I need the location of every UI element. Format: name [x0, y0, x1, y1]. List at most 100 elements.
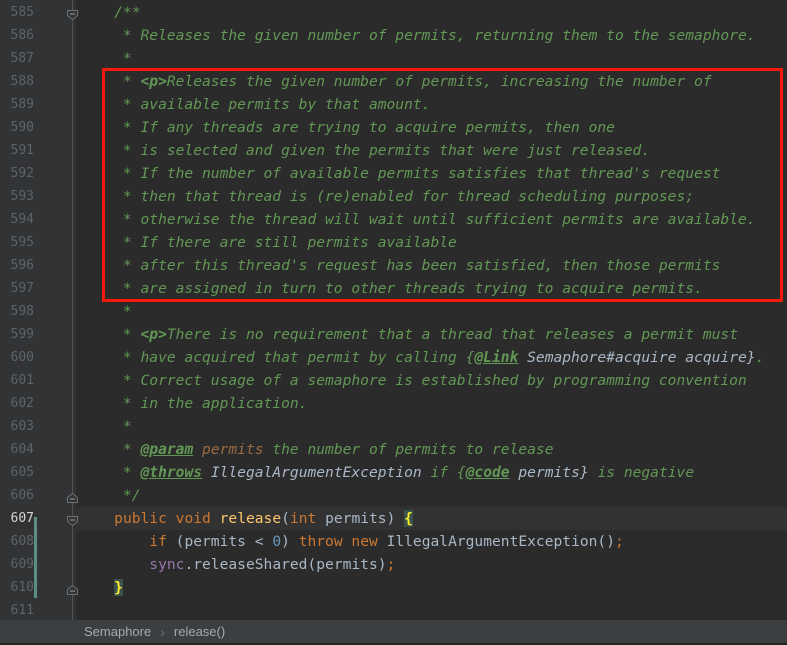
- code-token: * have acquired that permit by calling {: [79, 349, 475, 366]
- code-line[interactable]: * after this thread's request has been s…: [34, 254, 787, 277]
- code-token: }: [114, 579, 123, 596]
- breadcrumb: Semaphore › release(): [0, 620, 787, 645]
- code-token: permits: [202, 441, 264, 458]
- code-line[interactable]: }: [34, 576, 787, 599]
- breadcrumb-method[interactable]: release(): [174, 624, 225, 639]
- code-token: 0: [272, 533, 282, 550]
- editor-row: 597 * are assigned in turn to other thre…: [0, 277, 787, 300]
- editor-row: 591 * is selected and given the permits …: [0, 139, 787, 162]
- editor-row: 599 * <p>There is no requirement that a …: [0, 323, 787, 346]
- code-line[interactable]: * If there are still permits available: [34, 231, 787, 254]
- code-token: release: [219, 510, 282, 527]
- code-token: * after this thread's request has been s…: [79, 257, 721, 274]
- code-line[interactable]: * @throws IllegalArgumentException if {@…: [34, 461, 787, 484]
- code-lines-container: 585 /** 586 * Releases the given number o…: [0, 0, 787, 620]
- line-number: 589: [10, 97, 34, 112]
- code-token: * otherwise the thread will wait until s…: [79, 211, 756, 228]
- code-line[interactable]: * otherwise the thread will wait until s…: [34, 208, 787, 231]
- code-token: * then that thread is (re)enabled for th…: [79, 188, 695, 205]
- line-number: 609: [10, 557, 34, 572]
- code-token: *: [79, 303, 132, 320]
- code-line[interactable]: public void release(int permits) {: [34, 507, 787, 530]
- line-number: 598: [10, 304, 34, 319]
- code-token: *: [79, 464, 141, 481]
- code-line[interactable]: *: [34, 415, 787, 438]
- code-line[interactable]: * have acquired that permit by calling {…: [34, 346, 787, 369]
- code-token: *: [79, 418, 132, 435]
- code-token: (permits <: [166, 533, 273, 550]
- code-line[interactable]: * is selected and given the permits that…: [34, 139, 787, 162]
- code-line[interactable]: * are assigned in turn to other threads …: [34, 277, 787, 300]
- editor-row: 607 public void release(int permits) {: [0, 507, 787, 530]
- editor-row: 590 * If any threads are trying to acqui…: [0, 116, 787, 139]
- editor-row: 608 if (permits < 0) throw new IllegalAr…: [0, 530, 787, 553]
- code-line[interactable]: * <p>There is no requirement that a thre…: [34, 323, 787, 346]
- code-line[interactable]: * in the application.: [34, 392, 787, 415]
- code-token: Releases the given number of permits, in…: [166, 73, 712, 90]
- code-line[interactable]: * then that thread is (re)enabled for th…: [34, 185, 787, 208]
- code-token: <p>: [140, 326, 167, 343]
- code-token: * If there are still permits available: [79, 234, 457, 251]
- code-line[interactable]: if (permits < 0) throw new IllegalArgume…: [34, 530, 787, 553]
- code-line[interactable]: * @param permits the number of permits t…: [34, 438, 787, 461]
- fold-marker-end-icon[interactable]: [66, 489, 79, 503]
- code-line[interactable]: * Correct usage of a semaphore is establ…: [34, 369, 787, 392]
- code-token: ): [281, 533, 299, 550]
- code-token: /**: [79, 4, 141, 21]
- fold-marker-start-icon[interactable]: [66, 6, 79, 21]
- ide-window: 585 /** 586 * Releases the given number o…: [0, 0, 787, 645]
- code-token: throw: [298, 533, 343, 550]
- line-number: 603: [10, 419, 34, 434]
- editor-row: 611: [0, 599, 787, 620]
- code-line[interactable]: *: [34, 300, 787, 323]
- code-token: permits}: [518, 464, 589, 481]
- code-line[interactable]: /**: [34, 1, 787, 24]
- editor-row: 602 * in the application.: [0, 392, 787, 415]
- fold-marker-start-icon[interactable]: [66, 512, 79, 527]
- line-number: 607: [10, 511, 34, 526]
- breadcrumb-class[interactable]: Semaphore: [84, 624, 151, 639]
- code-token: ;: [386, 556, 396, 573]
- editor-row: 585 /**: [0, 1, 787, 24]
- code-token: * If the number of available permits sat…: [79, 165, 721, 182]
- code-token: the number of permits to release: [263, 441, 554, 458]
- line-number: 588: [10, 74, 34, 89]
- editor-row: 606 */: [0, 484, 787, 507]
- code-token: sync: [149, 556, 185, 573]
- code-token: * Correct usage of a semaphore is establ…: [79, 372, 747, 389]
- editor-row: 593 * then that thread is (re)enabled fo…: [0, 185, 787, 208]
- code-line[interactable]: * available permits by that amount.: [34, 93, 787, 116]
- code-token: is negative: [588, 464, 695, 481]
- code-token: IllegalArgumentException(): [377, 533, 616, 550]
- editor-row: 603 *: [0, 415, 787, 438]
- editor-row: 587 *: [0, 47, 787, 70]
- fold-marker-end-icon[interactable]: [66, 581, 79, 595]
- code-line[interactable]: *: [34, 47, 787, 70]
- editor-row: 592 * If the number of available permits…: [0, 162, 787, 185]
- line-number: 590: [10, 120, 34, 135]
- line-number: 602: [10, 396, 34, 411]
- code-token: new: [351, 533, 378, 550]
- code-token: @param: [140, 441, 194, 458]
- code-line[interactable]: * <p>Releases the given number of permit…: [34, 70, 787, 93]
- code-line[interactable]: * If any threads are trying to acquire p…: [34, 116, 787, 139]
- code-line[interactable]: sync.releaseShared(permits);: [34, 553, 787, 576]
- code-token: * If any threads are trying to acquire p…: [79, 119, 615, 136]
- editor-row: 589 * available permits by that amount.: [0, 93, 787, 116]
- code-line[interactable]: * Releases the given number of permits, …: [34, 24, 787, 47]
- code-token: IllegalArgumentException: [210, 464, 422, 481]
- code-token: (: [281, 510, 290, 527]
- code-token: */: [79, 487, 141, 504]
- editor-row: 598 *: [0, 300, 787, 323]
- code-line[interactable]: * If the number of available permits sat…: [34, 162, 787, 185]
- code-token: int: [289, 510, 317, 527]
- code-token: @code: [465, 464, 510, 481]
- editor-row: 594 * otherwise the thread will wait unt…: [0, 208, 787, 231]
- code-line[interactable]: */: [34, 484, 787, 507]
